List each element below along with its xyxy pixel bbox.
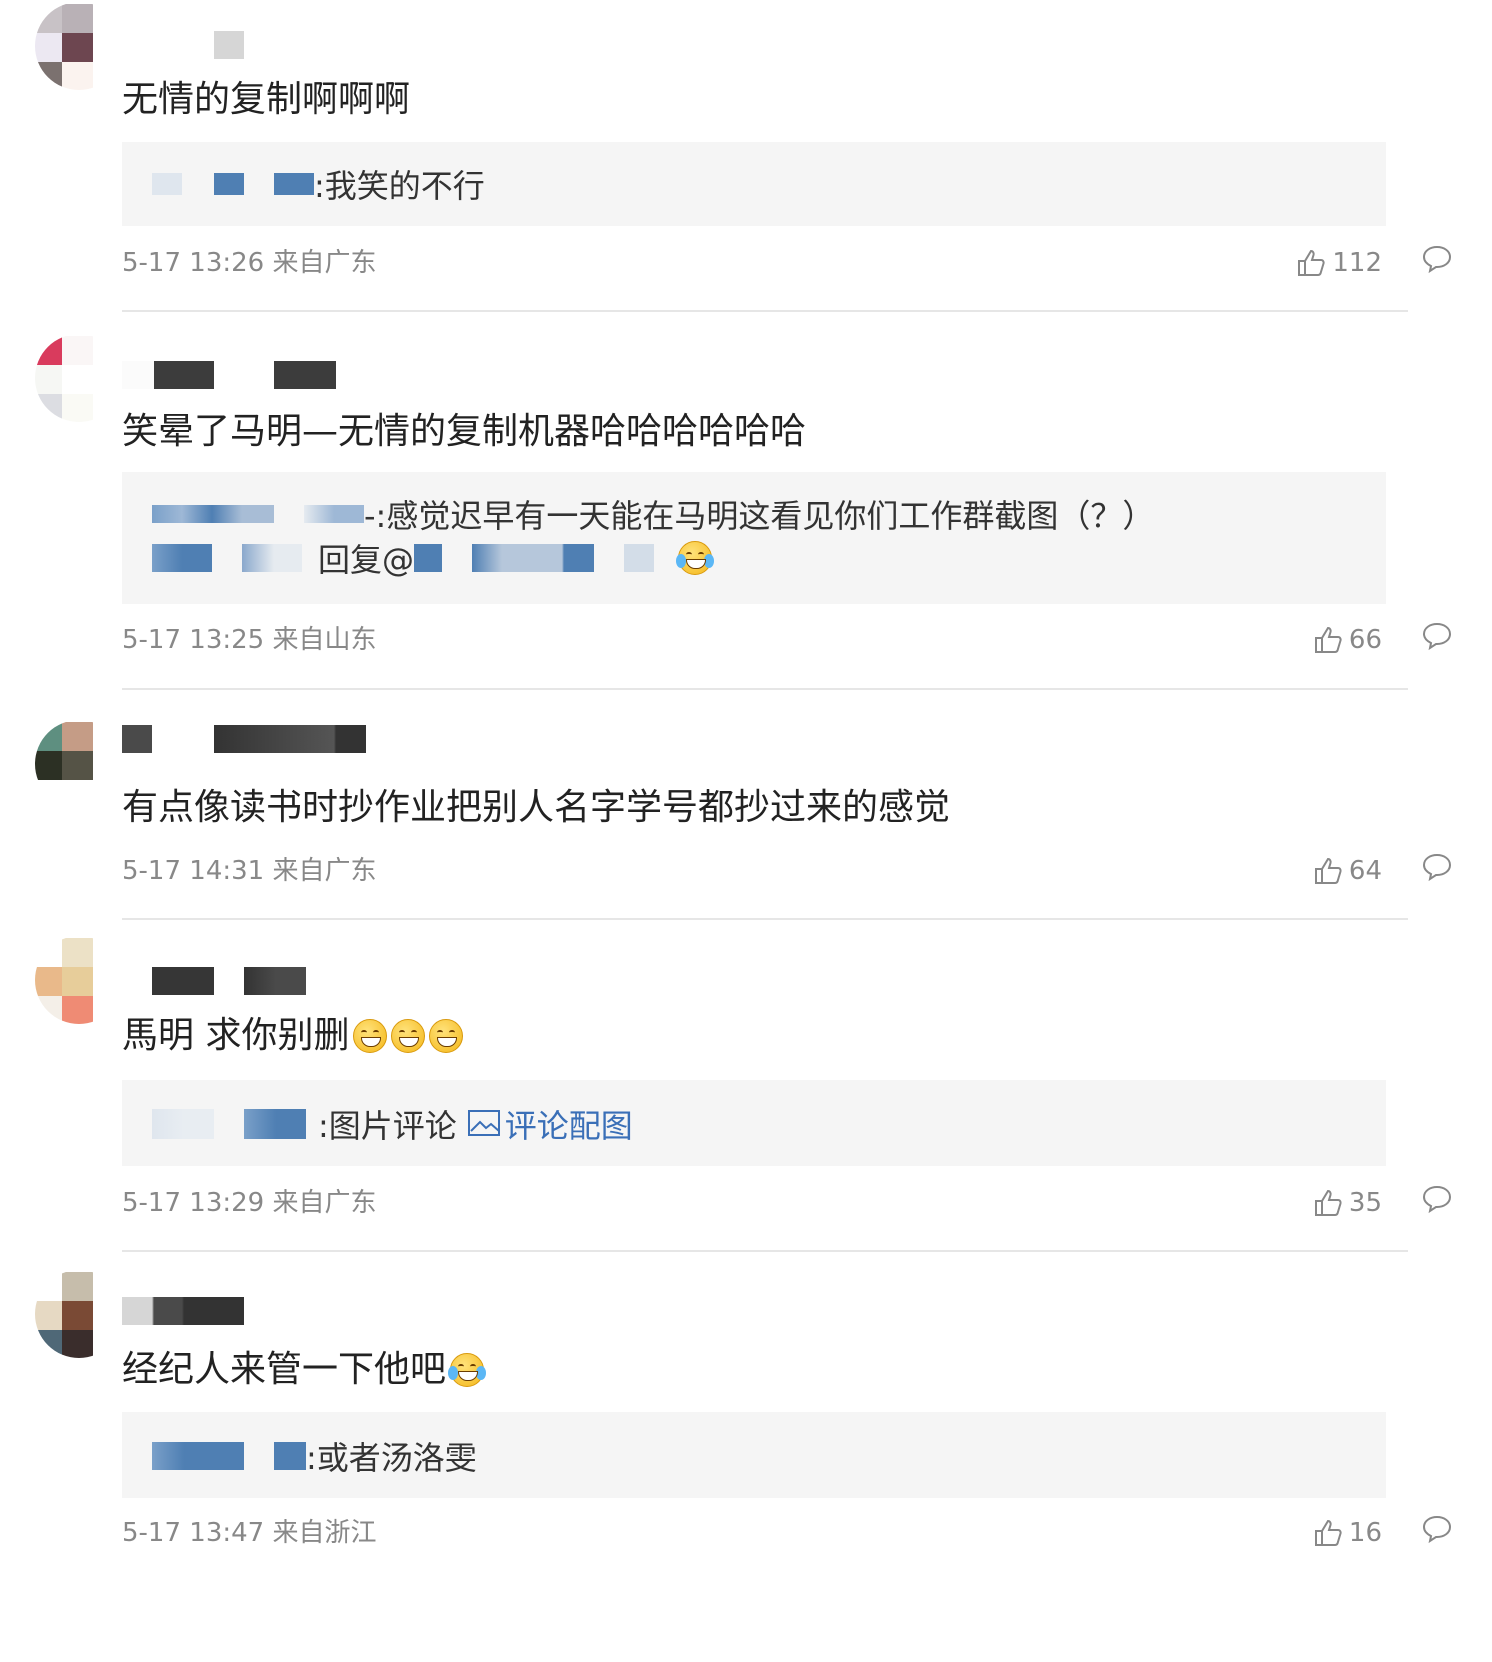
username[interactable] xyxy=(122,966,306,996)
comment-text-body: 经纪人来管一下他吧 xyxy=(122,1349,447,1390)
reply-text: :我笑的不行 xyxy=(314,167,485,205)
reply-text: 回复@ xyxy=(318,541,415,579)
like-count: 112 xyxy=(1332,248,1382,278)
like-button[interactable]: 64 xyxy=(1313,856,1382,886)
username[interactable] xyxy=(122,724,366,754)
picture-icon xyxy=(467,1110,500,1136)
divider xyxy=(122,310,1408,312)
avatar[interactable] xyxy=(35,336,93,422)
divider xyxy=(122,1250,1408,1252)
thumbs-up-icon xyxy=(1314,626,1342,653)
avatar[interactable] xyxy=(35,938,93,1024)
username[interactable] xyxy=(122,1296,244,1326)
timestamp: 5-17 14:31 来自广东 xyxy=(122,856,377,886)
laugh-cry-emoji-icon xyxy=(448,1353,487,1387)
avatar[interactable] xyxy=(35,722,93,808)
reply-preview[interactable]: :或者汤洛雯 xyxy=(122,1412,1386,1498)
like-button[interactable]: 112 xyxy=(1296,248,1382,278)
comment-text: 经纪人来管一下他吧 xyxy=(122,1348,487,1392)
comment-text: 无情的复制啊啊啊 xyxy=(122,79,411,120)
speech-bubble-icon[interactable] xyxy=(1422,1514,1452,1544)
comment-text: 馬明 求你别删 xyxy=(122,1014,464,1058)
grin-emoji-icon xyxy=(391,1019,426,1053)
like-button[interactable]: 35 xyxy=(1313,1188,1382,1218)
reply-text: :图片评论 xyxy=(318,1107,457,1145)
like-count: 16 xyxy=(1348,1518,1382,1548)
laugh-cry-emoji-icon xyxy=(676,541,715,575)
thumbs-up-icon xyxy=(1314,1519,1342,1546)
like-button[interactable]: 16 xyxy=(1313,1518,1382,1548)
reply-text: :或者汤洛雯 xyxy=(306,1439,477,1477)
timestamp: 5-17 13:47 来自浙江 xyxy=(122,1518,377,1548)
comment-text-body: 馬明 求你别删 xyxy=(122,1015,350,1056)
reply-preview[interactable]: :我笑的不行 xyxy=(122,142,1386,226)
divider xyxy=(122,918,1408,920)
like-count: 66 xyxy=(1348,625,1382,655)
thumbs-up-icon xyxy=(1314,1189,1342,1216)
like-count: 35 xyxy=(1348,1188,1382,1218)
speech-bubble-icon[interactable] xyxy=(1422,852,1452,882)
thumbs-up-icon xyxy=(1314,857,1342,884)
image-link-label: 评论配图 xyxy=(504,1107,633,1145)
username[interactable] xyxy=(122,30,244,60)
comment-text: 笑晕了马明—无情的复制机器哈哈哈哈哈哈 xyxy=(122,411,807,452)
image-link[interactable]: 评论配图 xyxy=(457,1101,633,1147)
timestamp: 5-17 13:26 来自广东 xyxy=(122,248,377,278)
avatar[interactable] xyxy=(35,4,93,90)
speech-bubble-icon[interactable] xyxy=(1422,244,1452,274)
reply-text: -:感觉迟早有一天能在马明这看见你们工作群截图（？） xyxy=(364,497,1155,535)
grin-emoji-icon xyxy=(429,1019,464,1053)
reply-preview[interactable]: -:感觉迟早有一天能在马明这看见你们工作群截图（？） 回复@ xyxy=(122,472,1386,604)
timestamp: 5-17 13:29 来自广东 xyxy=(122,1188,377,1218)
avatar[interactable] xyxy=(35,1272,93,1358)
speech-bubble-icon[interactable] xyxy=(1422,621,1452,651)
reply-preview[interactable]: :图片评论 评论配图 xyxy=(122,1080,1386,1166)
divider xyxy=(122,688,1408,690)
like-count: 64 xyxy=(1348,856,1382,886)
speech-bubble-icon[interactable] xyxy=(1422,1184,1452,1214)
username[interactable] xyxy=(122,360,336,390)
comment-text: 有点像读书时抄作业把别人名字学号都抄过来的感觉 xyxy=(122,787,951,828)
grin-emoji-icon xyxy=(353,1019,388,1053)
thumbs-up-icon xyxy=(1298,249,1325,276)
timestamp: 5-17 13:25 来自山东 xyxy=(122,625,377,655)
like-button[interactable]: 66 xyxy=(1313,625,1382,655)
